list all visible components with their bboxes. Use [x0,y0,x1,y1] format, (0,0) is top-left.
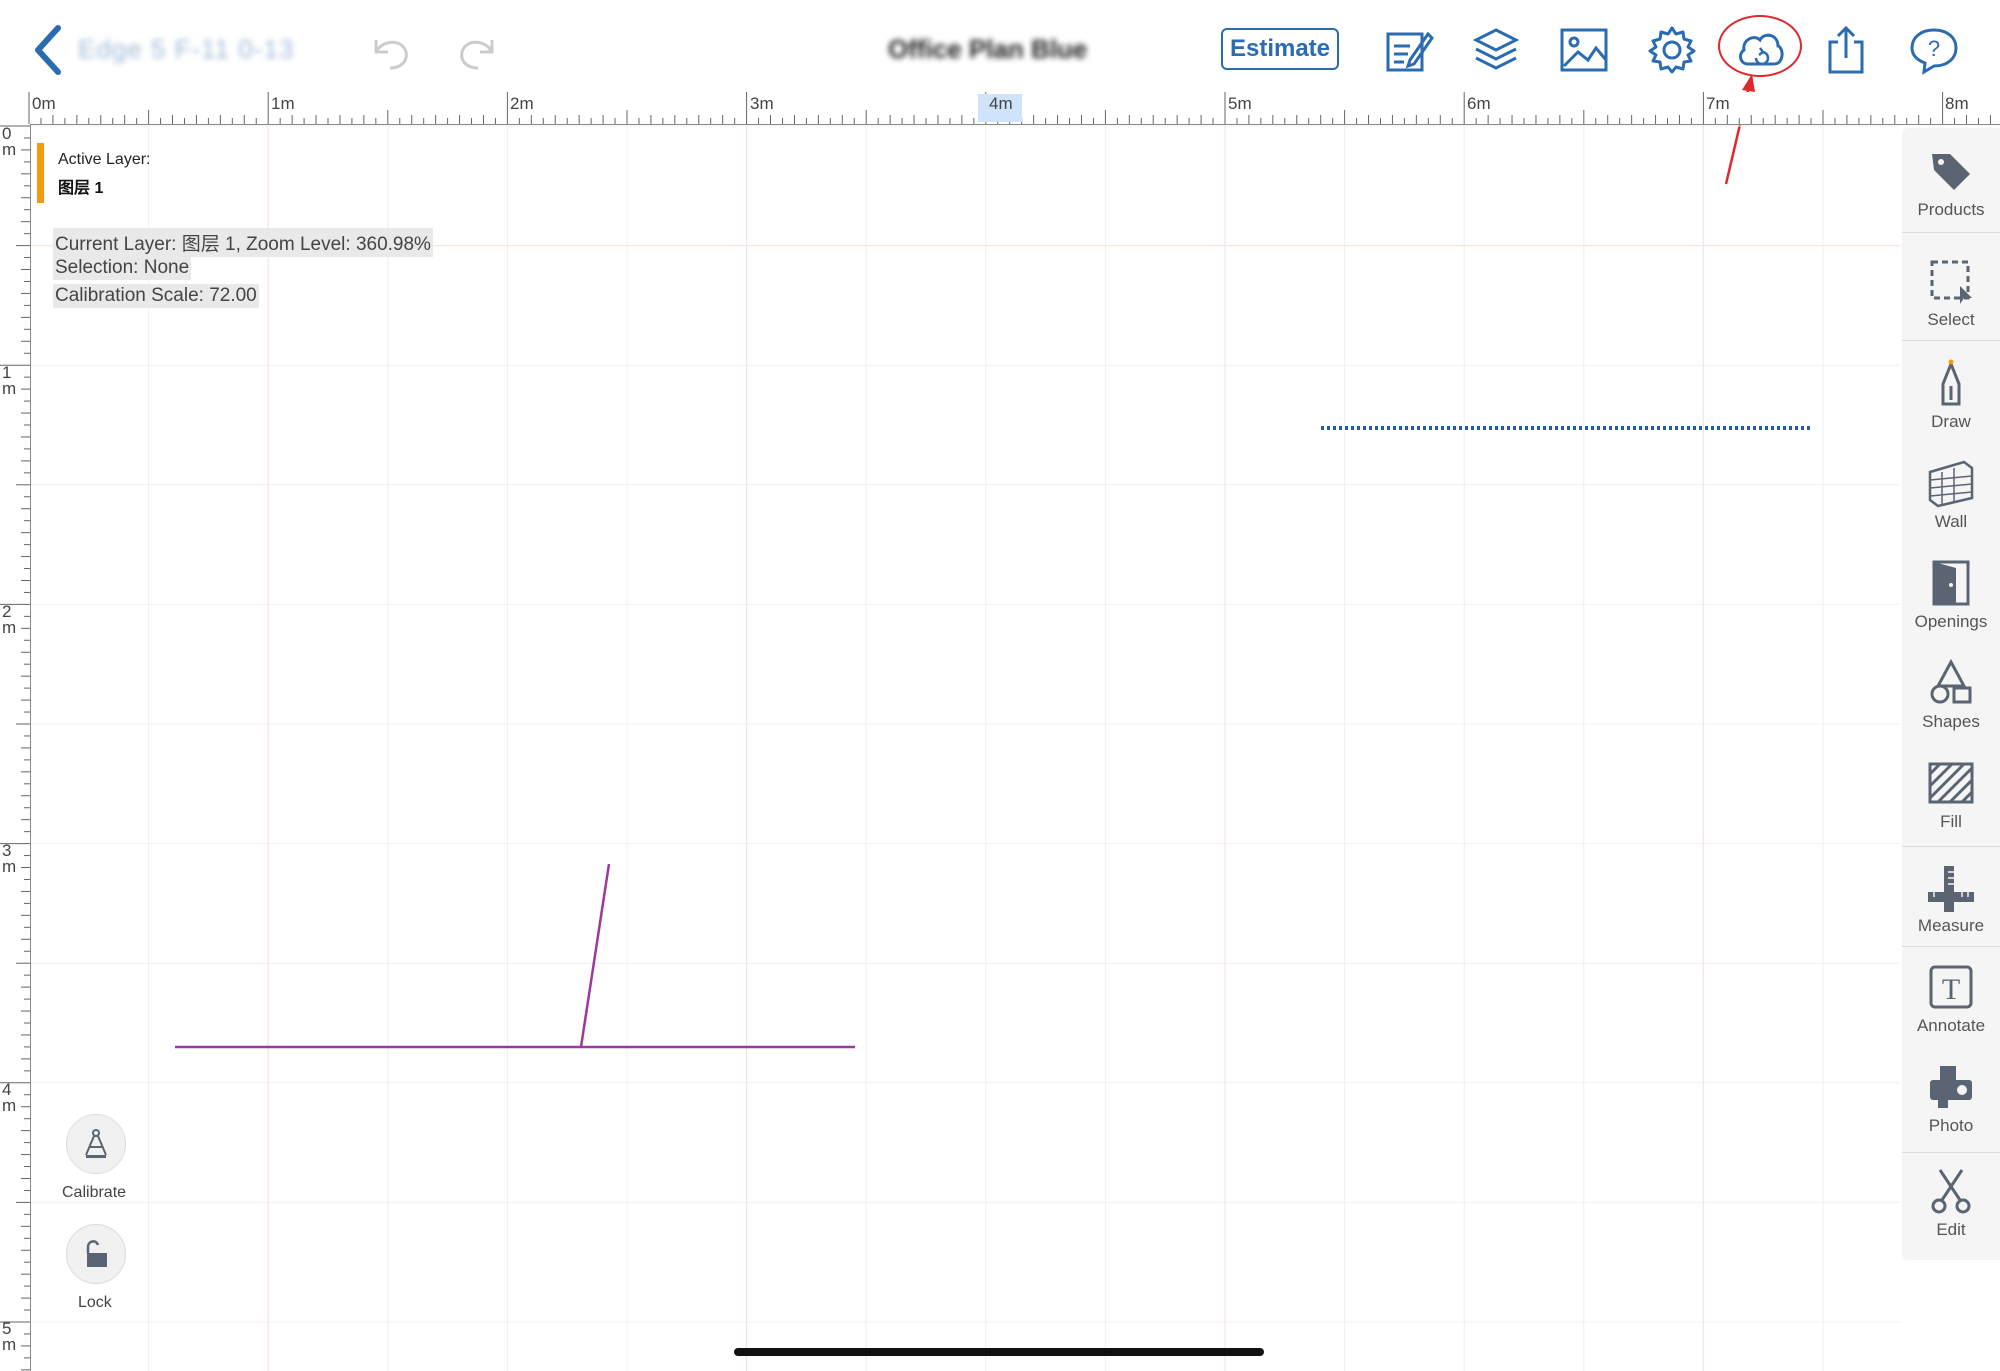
tool-label: Edit [1936,1220,1966,1239]
estimate-button[interactable]: Estimate [1221,28,1339,70]
tool-label: Fill [1940,812,1962,831]
tool-photo[interactable]: Photo [1902,1056,2000,1152]
tool-divider [1902,232,2000,233]
fill-icon [1928,762,1974,804]
share-button[interactable] [1818,22,1874,78]
compass-icon [85,1129,107,1158]
ruler-label-1m: 1m [271,94,295,113]
share-icon [1828,25,1864,74]
tool-measure[interactable]: Measure [1902,856,2000,952]
tool-select[interactable]: Select [1902,250,2000,346]
tool-label: Measure [1917,916,1985,935]
wall-line-diagonal[interactable] [579,863,611,1048]
tool-divider [1902,946,2000,947]
redo-button[interactable] [450,22,506,78]
scissors-icon [1931,1169,1971,1214]
tool-label: Wall [1934,512,1968,531]
shapes-icon [1930,658,1972,704]
chevron-left-icon [35,25,61,75]
active-layer-label: Active Layer: [58,151,151,168]
tool-label: Select [1927,310,1975,329]
back-button[interactable] [28,22,72,78]
drawing-canvas[interactable] [31,125,1900,1371]
ruler-label-8m: 8m [1945,94,1969,113]
select-icon [1930,260,1972,304]
ruler-label-7m: 7m [1706,94,1730,113]
ruler-label-2m: 2m [510,94,534,113]
calibrate-label: Calibrate [62,1184,127,1201]
image-icon [1560,28,1608,72]
settings-icon [1648,26,1696,74]
ruler-left-3: 3m [2,841,17,876]
image-button[interactable] [1556,22,1612,78]
redo-icon [460,40,494,70]
ruler-left-4: 4m [2,1080,17,1115]
tool-fill[interactable]: Fill [1902,752,2000,848]
tool-divider [1902,846,2000,847]
tool-annotate[interactable]: T Annotate [1902,956,2000,1052]
selection-info: Selection: None [53,256,192,280]
tool-label: Draw [1931,412,1971,431]
tool-openings[interactable]: Openings [1902,552,2000,648]
tool-draw[interactable]: Draw [1902,352,2000,448]
measure-icon [1928,866,1974,912]
left-ruler: 0m 1m 2m 3m 4m 5m [0,124,31,1371]
tool-products[interactable]: Products [1902,140,2000,236]
tool-divider [1902,1152,2000,1153]
home-indicator [734,1348,1264,1356]
tool-label: Annotate [1916,1016,1986,1035]
left-ruler-ticks [0,125,30,1371]
unlock-icon [86,1240,107,1267]
active-layer-indicator [37,143,44,203]
pen-icon [1941,359,1961,406]
tool-shapes[interactable]: Shapes [1902,652,2000,748]
ruler-label-3m: 3m [750,94,774,113]
ruler-label-6m: 6m [1467,94,1491,113]
ruler-label-5m: 5m [1228,94,1252,113]
tool-label: Openings [1914,612,1988,631]
layers-button[interactable] [1468,22,1524,78]
cloud-highlight-circle [1718,15,1802,77]
tool-wall[interactable]: Wall [1902,452,2000,548]
tool-label: Photo [1928,1116,1974,1135]
calibrate-button[interactable] [66,1114,126,1174]
top-ruler: 0m 1m 2m 3m 4m 5m 6m 7m 8m [0,92,2000,125]
tool-divider [1902,340,2000,341]
ruler-left-5: 5m [2,1319,17,1354]
tool-label: Shapes [1922,712,1980,731]
top-toolbar: Edge 5 F-11 0-13 Office Plan Blue Estima… [0,0,2000,93]
ruler-left-0: 0m [2,124,17,159]
tool-label: Products [1917,200,1985,219]
undo-button[interactable] [362,22,418,78]
edit-icon [1386,31,1434,72]
ruler-label-0m: 0m [32,94,56,113]
back-title[interactable]: Edge 5 F-11 0-13 [78,34,294,65]
edit-button[interactable] [1380,22,1436,78]
ruler-left-2: 2m [2,602,17,637]
calibration-info: Calibration Scale: 72.00 [53,284,259,308]
settings-button[interactable] [1644,22,1700,78]
ruler-label-4m: 4m [989,94,1013,113]
door-icon [1932,560,1970,606]
camera-icon [1930,1066,1972,1108]
help-icon: ? [1910,28,1958,75]
active-layer-name: 图层 1 [58,180,104,197]
lock-label: Lock [78,1294,112,1311]
layers-icon [1472,28,1520,70]
text-icon: T [1929,965,1973,1009]
undo-icon [374,40,408,70]
lock-button[interactable] [66,1224,126,1284]
ruler-left-1: 1m [2,363,17,398]
svg-text:?: ? [1928,36,1940,61]
help-button[interactable]: ? [1906,22,1962,78]
canvas-drawing [31,125,1900,1371]
tool-edit[interactable]: Edit [1902,1160,2000,1256]
svg-text:T: T [1942,973,1960,1006]
tag-icon [1932,154,1970,190]
wall-icon [1928,460,1974,508]
document-title: Office Plan Blue [888,34,1088,64]
current-layer-info: Current Layer: 图层 1, Zoom Level: 360.98% [53,228,433,257]
